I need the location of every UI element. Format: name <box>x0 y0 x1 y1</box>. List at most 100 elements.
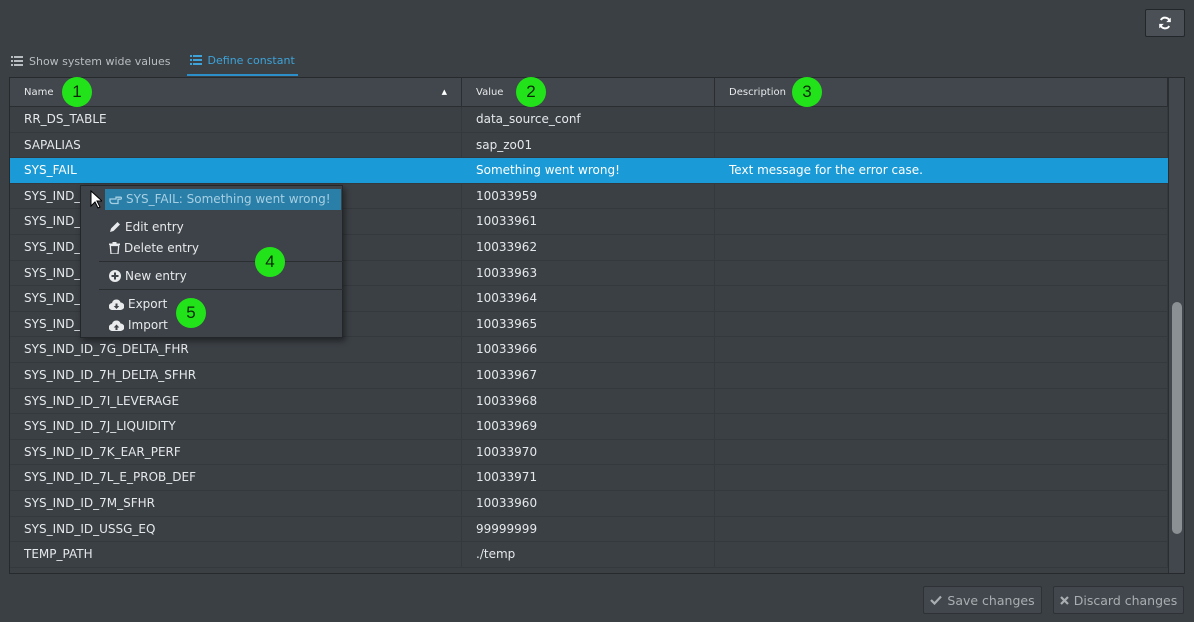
vertical-scrollbar[interactable] <box>1168 78 1184 573</box>
list-icon <box>189 55 202 65</box>
mouse-pointer-icon <box>90 190 102 209</box>
annotation-badge-4: 4 <box>255 247 285 277</box>
table-header: Name ▲ Value Description <box>10 78 1168 107</box>
cell-name: RR_DS_TABLE <box>10 107 462 132</box>
cell-description <box>715 132 1168 158</box>
column-label: Value <box>476 87 504 98</box>
cell-value: 10033961 <box>462 209 715 235</box>
cell-description <box>715 542 1168 568</box>
menu-item-label: Export <box>128 297 168 311</box>
tab-label: Show system wide values <box>29 54 171 68</box>
cell-value: 10033967 <box>462 362 715 388</box>
column-label: Name <box>24 87 54 98</box>
table-row[interactable]: RR_DS_TABLE data_source_conf <box>10 107 1168 133</box>
trash-icon <box>109 242 120 254</box>
menu-item-export[interactable]: Export <box>109 294 167 314</box>
close-icon <box>1059 595 1069 605</box>
cell-value: 10033965 <box>462 311 715 337</box>
checkmark-icon <box>930 595 943 605</box>
menu-item-delete-entry[interactable]: Delete entry <box>109 238 199 258</box>
menu-item-label: New entry <box>125 269 187 283</box>
cloud-download-icon <box>109 299 124 310</box>
table-row[interactable]: SYS_IND_ID_7M_SFHR 10033960 <box>10 490 1168 517</box>
column-header-description[interactable]: Description <box>715 78 1168 107</box>
cell-value: 10033970 <box>462 439 715 465</box>
cell-value: ./temp <box>462 542 715 568</box>
context-menu-title: SYS_FAIL: Something went wrong! <box>105 189 341 210</box>
refresh-icon <box>1159 16 1171 30</box>
hand-pointer-icon <box>109 196 122 205</box>
cell-value: 10033962 <box>462 234 715 260</box>
table-row[interactable]: TEMP_PATH ./temp <box>10 542 1168 568</box>
cell-value: 10033964 <box>462 286 715 312</box>
cell-description <box>715 337 1168 363</box>
plus-circle-icon <box>109 270 121 282</box>
table-row[interactable]: SYS_IND_ID_7H_DELTA_SFHR 10033967 <box>10 362 1168 389</box>
cell-description <box>715 260 1168 286</box>
menu-item-label: Import <box>128 318 168 332</box>
cell-name: SYS_IND_ID_7J_LIQUIDITY <box>10 414 462 440</box>
save-changes-button[interactable]: Save changes <box>923 586 1042 614</box>
cell-value: 99999999 <box>462 516 715 542</box>
cloud-upload-icon <box>109 320 124 331</box>
table-row[interactable]: SYS_IND_ID_7G_DELTA_FHR 10033966 <box>10 337 1168 363</box>
cell-description <box>715 490 1168 516</box>
cell-description <box>715 439 1168 465</box>
cell-value: 10033968 <box>462 388 715 414</box>
cell-description <box>715 286 1168 312</box>
menu-item-label: Delete entry <box>124 241 199 255</box>
cell-description <box>715 516 1168 542</box>
context-menu-title-text: SYS_FAIL: Something went wrong! <box>126 192 331 206</box>
table-row[interactable]: SYS_IND_ID_7L_E_PROB_DEF 10033971 <box>10 465 1168 491</box>
table-row[interactable]: SYS_IND_ID_7I_LEVERAGE 10033968 <box>10 388 1168 415</box>
scrollbar-thumb[interactable] <box>1172 302 1182 534</box>
table-row[interactable]: SYS_IND_ID_7J_LIQUIDITY 10033969 <box>10 414 1168 440</box>
cell-description <box>715 209 1168 235</box>
cell-description <box>715 107 1168 132</box>
table-row[interactable]: SYS_FAIL Something went wrong! Text messag… <box>10 158 1168 184</box>
cell-value: 10033960 <box>462 490 715 516</box>
context-menu: SYS_FAIL: Something went wrong! Edit ent… <box>80 185 343 338</box>
cell-name: SYS_IND_ID_7K_EAR_PERF <box>10 439 462 465</box>
table-row[interactable]: SAPALIAS sap_zo01 <box>10 132 1168 159</box>
cell-description <box>715 311 1168 337</box>
tab-define-constant[interactable]: Define constant <box>186 46 298 76</box>
menu-item-label: Edit entry <box>125 220 184 234</box>
cell-value: data_source_conf <box>462 107 715 132</box>
table-row[interactable]: SYS_IND_ID_7K_EAR_PERF 10033970 <box>10 439 1168 466</box>
cell-description <box>715 234 1168 260</box>
annotation-badge-2: 2 <box>516 77 546 107</box>
annotation-badge-1: 1 <box>62 77 92 107</box>
column-header-value[interactable]: Value <box>462 78 715 107</box>
menu-item-new-entry[interactable]: New entry <box>109 266 187 286</box>
cell-name: SYS_IND_ID_7L_E_PROB_DEF <box>10 465 462 491</box>
table-row[interactable]: SYS_IND_ID_USSG_EQ 99999999 <box>10 516 1168 543</box>
cell-value: Something went wrong! <box>462 158 715 184</box>
cell-name: SYS_FAIL <box>10 158 462 184</box>
cell-value: sap_zo01 <box>462 132 715 158</box>
annotation-badge-3: 3 <box>792 77 822 107</box>
cell-description <box>715 388 1168 414</box>
discard-changes-label: Discard changes <box>1073 592 1178 608</box>
cell-value: 10033959 <box>462 183 715 209</box>
cell-name: SAPALIAS <box>10 132 462 158</box>
list-icon <box>11 56 23 66</box>
refresh-button[interactable] <box>1145 9 1185 37</box>
sort-ascending-icon: ▲ <box>441 88 447 96</box>
cell-value: 10033966 <box>462 337 715 363</box>
cell-name: SYS_IND_ID_7I_LEVERAGE <box>10 388 462 414</box>
tab-system-wide-values[interactable]: Show system wide values <box>11 46 171 76</box>
cell-name: TEMP_PATH <box>10 542 462 568</box>
save-changes-label: Save changes <box>947 592 1035 608</box>
cell-description <box>715 465 1168 491</box>
menu-item-import[interactable]: Import <box>109 315 168 335</box>
column-label: Description <box>729 87 786 98</box>
cell-value: 10033963 <box>462 260 715 286</box>
annotation-badge-5: 5 <box>176 298 206 328</box>
menu-item-edit-entry[interactable]: Edit entry <box>109 217 184 237</box>
discard-changes-button[interactable]: Discard changes <box>1053 586 1184 614</box>
cell-name: SYS_IND_ID_7G_DELTA_FHR <box>10 337 462 363</box>
view-tabs: Show system wide values Define constant <box>11 46 316 76</box>
cell-description <box>715 183 1168 209</box>
cell-description <box>715 414 1168 440</box>
